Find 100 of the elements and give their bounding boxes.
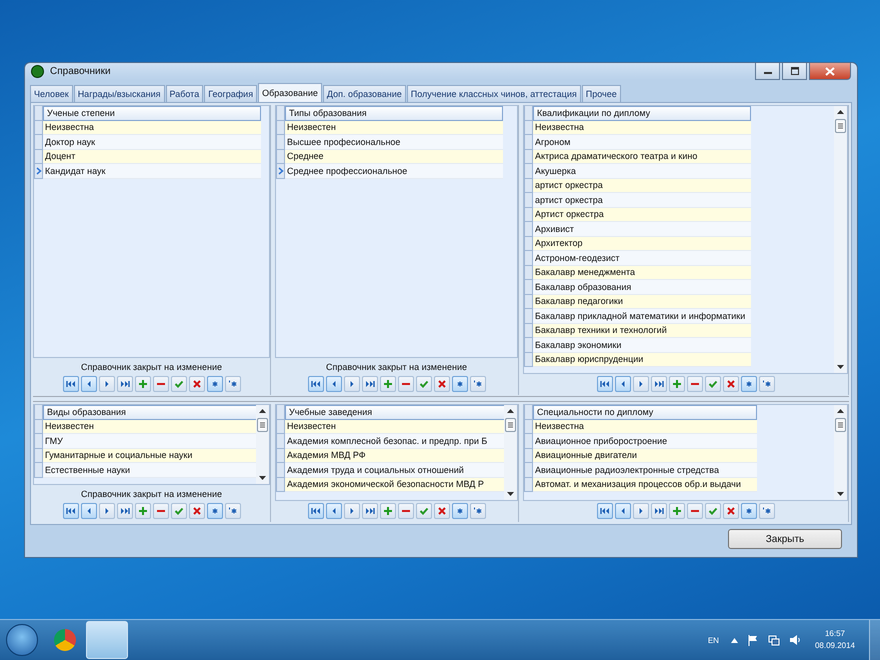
flag-icon[interactable] — [748, 634, 758, 646]
insert-button[interactable] — [134, 376, 150, 392]
filter-button[interactable] — [224, 376, 240, 392]
scroll-thumb[interactable] — [257, 418, 268, 432]
cancel-button[interactable] — [434, 376, 450, 392]
last-button[interactable] — [362, 376, 378, 392]
table-cell[interactable]: Высшее професиональное — [285, 135, 503, 150]
table-cell[interactable]: Среднее профессиональное — [285, 164, 503, 178]
scroll-down-icon[interactable] — [258, 475, 267, 481]
browser-icon[interactable] — [54, 629, 76, 651]
next-button[interactable] — [632, 503, 648, 519]
table-cell[interactable]: Неизвестна — [43, 120, 261, 135]
close-window-button[interactable]: Закрыть — [728, 529, 842, 549]
refresh-button[interactable] — [740, 503, 756, 519]
table-cell[interactable]: Естественные науки — [43, 463, 256, 478]
table-cell[interactable]: Архитектор — [533, 236, 751, 251]
close-button[interactable] — [809, 63, 851, 80]
insert-button[interactable] — [668, 503, 684, 519]
last-button[interactable] — [650, 503, 666, 519]
table-cell[interactable]: Акушерка — [533, 164, 751, 178]
refresh-button[interactable] — [206, 503, 222, 519]
tab[interactable]: География — [204, 85, 258, 102]
table-cell[interactable]: Среднее — [285, 150, 503, 164]
table-cell[interactable]: Доктор наук — [43, 135, 261, 150]
first-button[interactable] — [62, 503, 78, 519]
tab[interactable]: Награды/взыскания — [74, 85, 164, 102]
table-cell[interactable]: Доцент — [43, 150, 261, 164]
scroll-down-icon[interactable] — [836, 491, 845, 497]
last-button[interactable] — [116, 503, 132, 519]
table-cell[interactable]: Академия МВД РФ — [285, 448, 504, 463]
next-button[interactable] — [344, 376, 360, 392]
cancel-button[interactable] — [722, 503, 738, 519]
scrollbar[interactable] — [834, 106, 847, 373]
post-button[interactable] — [170, 503, 186, 519]
prior-button[interactable] — [326, 503, 342, 519]
scrollbar[interactable] — [256, 405, 269, 484]
start-button[interactable] — [6, 624, 38, 656]
table-cell[interactable]: Агроном — [533, 135, 751, 150]
refresh-button[interactable] — [740, 376, 756, 392]
first-button[interactable] — [308, 376, 324, 392]
table-cell[interactable]: Авиационные радиоэлектронные стредства — [533, 463, 757, 478]
table-cell[interactable]: Бакалавр образования — [533, 280, 751, 294]
insert-button[interactable] — [380, 503, 396, 519]
cancel-button[interactable] — [188, 376, 204, 392]
table-cell[interactable]: Астроном-геодезист — [533, 251, 751, 266]
first-button[interactable] — [62, 376, 78, 392]
table-cell[interactable]: Архивист — [533, 222, 751, 236]
refresh-button[interactable] — [452, 376, 468, 392]
table-cell[interactable]: Авиационные двигатели — [533, 448, 757, 463]
table-cell[interactable]: Бакалавр педагогики — [533, 294, 751, 309]
table-cell[interactable]: Автомат. и механизация процессов обр.и выдачи — [533, 478, 757, 492]
table-cell[interactable]: Актриса драматического театра и кино — [533, 150, 751, 164]
filter-button[interactable] — [224, 503, 240, 519]
table-cell[interactable]: Неизвестен — [285, 420, 504, 434]
speaker-icon[interactable] — [790, 635, 801, 645]
post-button[interactable] — [416, 376, 432, 392]
minimize-button[interactable] — [755, 63, 780, 80]
tab[interactable]: Работа — [166, 85, 204, 102]
prior-button[interactable] — [80, 503, 96, 519]
delete-button[interactable] — [398, 376, 414, 392]
scrollbar[interactable] — [504, 405, 517, 500]
scroll-up-icon[interactable] — [836, 408, 845, 414]
post-button[interactable] — [704, 376, 720, 392]
prior-button[interactable] — [80, 376, 96, 392]
tab[interactable]: Получение классных чинов, аттестация — [406, 85, 581, 102]
show-desktop-button[interactable] — [869, 620, 880, 660]
maximize-button[interactable] — [782, 63, 807, 80]
tab[interactable]: Образование — [258, 83, 322, 102]
filter-button[interactable] — [470, 376, 486, 392]
table-cell[interactable]: Академия труда и социальных отношений — [285, 463, 504, 478]
filter-button[interactable] — [758, 376, 774, 392]
next-button[interactable] — [98, 376, 114, 392]
table-cell[interactable]: Неизвестен — [285, 120, 503, 135]
last-button[interactable] — [650, 376, 666, 392]
table-cell[interactable]: Бакалавр техники и технологий — [533, 324, 751, 338]
table-cell[interactable]: Неизвестна — [533, 420, 757, 434]
last-button[interactable] — [362, 503, 378, 519]
first-button[interactable] — [596, 503, 612, 519]
scroll-thumb[interactable] — [835, 418, 846, 432]
table-cell[interactable]: артист оркестра — [533, 193, 751, 208]
table-cell[interactable]: Авиационное приборостроение — [533, 434, 757, 448]
tab[interactable]: Доп. образование — [322, 85, 406, 102]
scrollbar[interactable] — [834, 405, 847, 500]
tab[interactable]: Прочее — [582, 85, 621, 102]
insert-button[interactable] — [380, 376, 396, 392]
table-cell[interactable]: артист оркестра — [533, 178, 751, 193]
table-cell[interactable]: Артист оркестра — [533, 208, 751, 222]
table-cell[interactable]: Бакалавр прикладной математики и информатики — [533, 309, 751, 324]
table-cell[interactable]: Бакалавр экономики — [533, 338, 751, 352]
table-cell[interactable]: Кандидат наук — [43, 164, 261, 178]
post-button[interactable] — [704, 503, 720, 519]
next-button[interactable] — [344, 503, 360, 519]
filter-button[interactable] — [470, 503, 486, 519]
table-cell[interactable]: Академия экономической безопасности МВД Р — [285, 478, 504, 492]
table-cell[interactable]: Бакалавр менеджмента — [533, 266, 751, 280]
scroll-thumb[interactable] — [505, 418, 516, 432]
post-button[interactable] — [170, 376, 186, 392]
scroll-up-icon[interactable] — [506, 408, 515, 414]
prior-button[interactable] — [326, 376, 342, 392]
next-button[interactable] — [632, 376, 648, 392]
